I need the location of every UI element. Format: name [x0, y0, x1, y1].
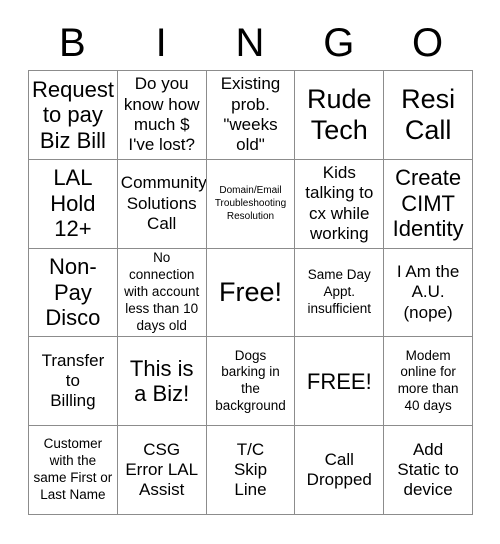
bingo-cell[interactable]: Rude Tech: [295, 71, 385, 160]
bingo-cell-label: Free!: [218, 277, 282, 308]
bingo-cell[interactable]: Existing prob. "weeks old": [206, 71, 296, 160]
bingo-cell-label: LAL Hold 12+: [50, 165, 96, 242]
bingo-cell-label: Do you know how much $ I've lost?: [123, 74, 200, 155]
bingo-cell-label: Same Day Appt. insufficient: [307, 267, 372, 316]
bingo-cell-free[interactable]: Free!: [206, 248, 296, 338]
bingo-cell-label: Modem online for more than 40 days: [397, 347, 459, 414]
bingo-cell-label: Resi Call: [401, 84, 456, 145]
bingo-cell[interactable]: Resi Call: [384, 71, 473, 160]
bingo-cell[interactable]: This is a Biz!: [117, 337, 207, 427]
bingo-cell[interactable]: Community Solutions Call: [117, 159, 207, 249]
bingo-cell[interactable]: Customer with the same First or Last Nam…: [29, 426, 118, 515]
bingo-cell[interactable]: Kids talking to cx while working: [295, 159, 385, 249]
bingo-cell-label: I Am the A.U. (nope): [396, 261, 460, 322]
bingo-header-letter-i: I: [155, 21, 167, 65]
bingo-cell-label: Customer with the same First or Last Nam…: [33, 436, 113, 502]
bingo-header-letter-o: O: [412, 21, 444, 65]
bingo-cell[interactable]: Domain/Email Troubleshooting Resolution: [206, 159, 296, 249]
bingo-cell[interactable]: Request to pay Biz Bill: [29, 71, 118, 160]
bingo-cell-label: Kids talking to cx while working: [305, 162, 374, 244]
bingo-cell[interactable]: LAL Hold 12+: [29, 159, 118, 249]
bingo-cell-free[interactable]: FREE!: [295, 337, 385, 427]
bingo-cell[interactable]: CSG Error LAL Assist: [117, 426, 207, 515]
bingo-card: B I N G O Request to pay Biz Bill Do you …: [0, 0, 500, 544]
bingo-cell[interactable]: I Am the A.U. (nope): [384, 248, 473, 338]
bingo-cell-label: T/C Skip Line: [233, 439, 268, 500]
bingo-cell[interactable]: No connection with account less than 10 …: [117, 248, 207, 338]
bingo-cell-label: CSG Error LAL Assist: [125, 439, 199, 500]
bingo-cell-label: Rude Tech: [307, 84, 372, 145]
bingo-cell-label: Dogs barking in the background: [215, 347, 286, 414]
bingo-cell[interactable]: T/C Skip Line: [206, 426, 296, 515]
bingo-header-letter-n: N: [235, 21, 265, 65]
bingo-cell[interactable]: Transfer to Billing: [29, 337, 118, 427]
bingo-cell-label: Call Dropped: [306, 449, 372, 490]
bingo-cell[interactable]: Same Day Appt. insufficient: [295, 248, 385, 338]
bingo-cell-label: Create CIMT Identity: [392, 165, 464, 242]
bingo-cell-label: Non- Pay Disco: [45, 254, 101, 331]
bingo-header-letter-g: G: [323, 21, 355, 65]
bingo-cell-label: Transfer to Billing: [41, 350, 105, 411]
bingo-header-letter-b: B: [59, 21, 86, 65]
bingo-cell-label: Domain/Email Troubleshooting Resolution: [214, 185, 287, 223]
bingo-cell[interactable]: Modem online for more than 40 days: [384, 337, 473, 427]
bingo-cell-label: Community Solutions Call: [120, 173, 207, 233]
bingo-header-row: B I N G O: [28, 16, 472, 70]
bingo-cell[interactable]: Non- Pay Disco: [29, 248, 118, 338]
bingo-cell-label: Request to pay Biz Bill: [32, 76, 114, 153]
bingo-cell-label: Add Static to device: [397, 439, 459, 500]
bingo-grid: Request to pay Biz Bill Do you know how m…: [28, 70, 473, 515]
bingo-cell[interactable]: Do you know how much $ I've lost?: [117, 71, 207, 160]
bingo-cell-label: Existing prob. "weeks old": [220, 74, 281, 155]
bingo-cell-label: This is a Biz!: [129, 355, 194, 407]
bingo-cell[interactable]: Dogs barking in the background: [206, 337, 296, 427]
bingo-cell[interactable]: Add Static to device: [384, 426, 473, 515]
bingo-cell[interactable]: Create CIMT Identity: [384, 159, 473, 249]
bingo-cell-label: No connection with account less than 10 …: [124, 250, 200, 333]
bingo-cell-label: FREE!: [306, 368, 372, 394]
bingo-cell[interactable]: Call Dropped: [295, 426, 385, 515]
